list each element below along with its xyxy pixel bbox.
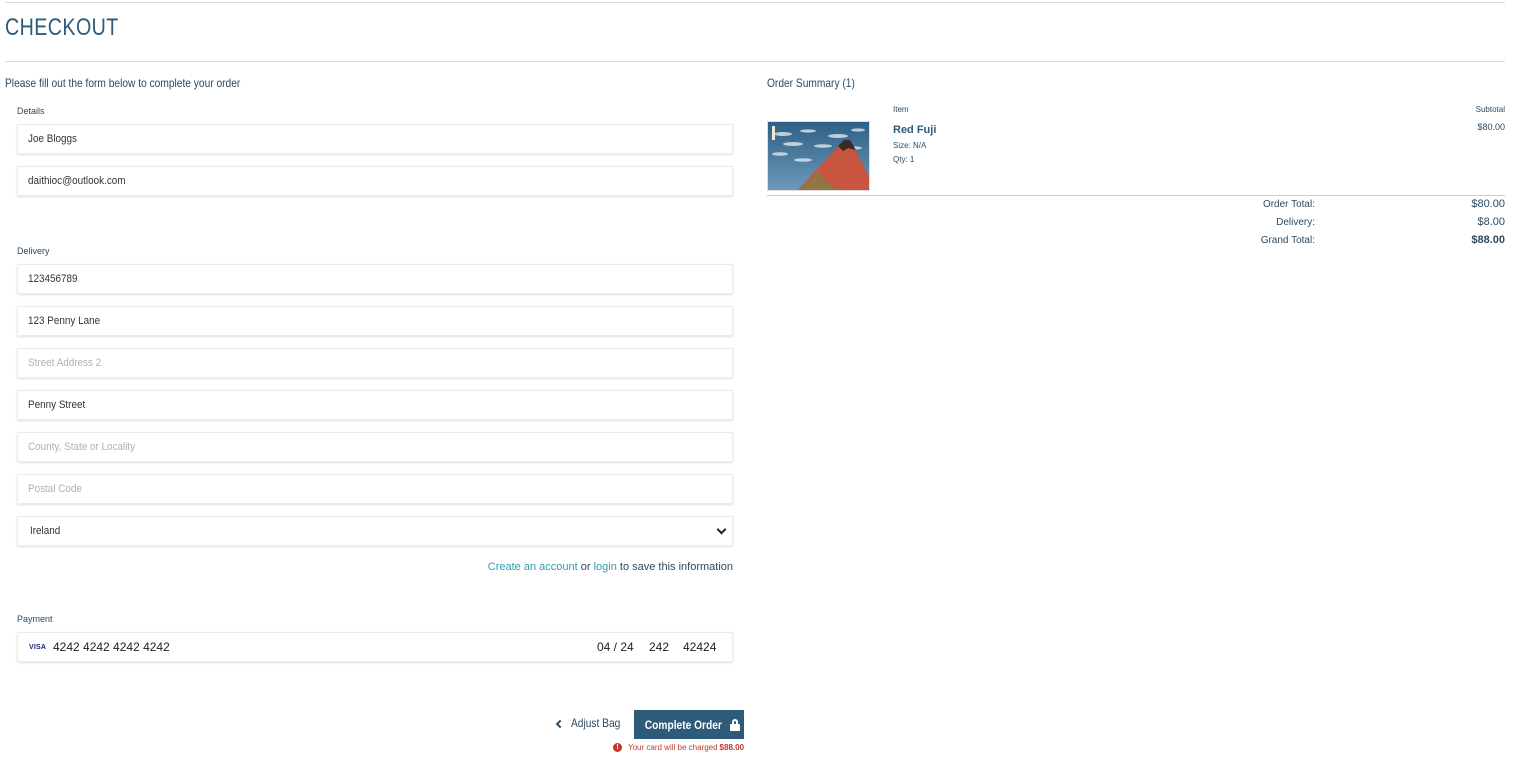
grand-total-label: Grand Total: [1260, 235, 1315, 246]
country-value: Ireland [30, 525, 61, 537]
card-zip[interactable]: 42424 [683, 640, 716, 654]
delivery-cost-label: Delivery: [1276, 217, 1315, 228]
summary-divider [767, 195, 1505, 196]
county-field[interactable]: County, State or Locality [17, 432, 733, 462]
alert-icon: ! [613, 743, 622, 752]
product-name[interactable]: Red Fuji [893, 124, 936, 136]
town-field[interactable]: Penny Street [17, 390, 733, 420]
email-field[interactable]: daithioc@outlook.com [17, 166, 733, 196]
phone-value: 123456789 [28, 273, 78, 285]
save-info-prompt: Create an account or login to save this … [488, 561, 733, 573]
street2-placeholder: Street Address 2 [28, 357, 102, 369]
full-name-field[interactable]: Joe Bloggs [17, 124, 733, 154]
page-title: CHECKOUT [5, 14, 119, 41]
complete-order-button[interactable]: Complete Order [634, 710, 744, 739]
payment-label: Payment [17, 614, 53, 624]
town-value: Penny Street [28, 399, 86, 411]
delivery-cost-value: $8.00 [1477, 216, 1505, 228]
product-thumbnail[interactable] [767, 121, 870, 191]
chevron-down-icon [716, 524, 727, 535]
email-value: daithioc@outlook.com [28, 175, 126, 187]
details-label: Details [17, 106, 45, 116]
street-address-1-field[interactable]: 123 Penny Lane [17, 306, 733, 336]
visa-icon: VISA [29, 644, 47, 651]
phone-field[interactable]: 123456789 [17, 264, 733, 294]
country-select[interactable]: Ireland [17, 516, 733, 546]
lock-icon [730, 718, 741, 731]
card-number[interactable]: 4242 4242 4242 4242 [53, 640, 170, 654]
product-subtotal: $80.00 [1477, 122, 1505, 132]
street-address-2-field[interactable]: Street Address 2 [17, 348, 733, 378]
title-divider [5, 61, 1505, 62]
card-cvc[interactable]: 242 [649, 640, 669, 654]
charge-notice: ! Your card will be charged $88.00 [613, 743, 744, 752]
or-text: or [577, 561, 594, 573]
county-placeholder: County, State or Locality [28, 441, 136, 453]
card-element[interactable]: VISA 4242 4242 4242 4242 04 / 24 242 424… [17, 632, 733, 662]
street1-value: 123 Penny Lane [28, 315, 101, 327]
save-info-suffix: to save this information [616, 561, 733, 573]
charge-amount: $88.00 [719, 743, 745, 752]
item-column-header: Item [893, 105, 909, 114]
charge-note-text: Your card will be charged [628, 743, 718, 752]
subtotal-column-header: Subtotal [1475, 105, 1505, 114]
grand-total-value: $88.00 [1471, 234, 1505, 246]
complete-order-label: Complete Order [644, 717, 722, 732]
adjust-bag-link[interactable]: Adjust Bag [555, 716, 629, 730]
postcode-field[interactable]: Postal Code [17, 474, 733, 504]
login-link[interactable]: login [594, 561, 617, 573]
chevron-left-icon [555, 719, 565, 728]
top-divider [5, 2, 1505, 3]
postcode-placeholder: Postal Code [28, 483, 82, 495]
delivery-label: Delivery [17, 246, 50, 256]
full-name-value: Joe Bloggs [28, 133, 77, 145]
card-expiry[interactable]: 04 / 24 [597, 640, 634, 654]
product-size: Size: N/A [893, 141, 927, 150]
order-total-value: $80.00 [1471, 198, 1505, 210]
create-account-link[interactable]: Create an account [488, 561, 578, 573]
order-total-label: Order Total: [1262, 199, 1315, 210]
product-qty: Qty: 1 [893, 155, 915, 164]
adjust-bag-label: Adjust Bag [571, 716, 621, 730]
order-summary-title: Order Summary (1) [767, 76, 855, 90]
form-intro: Please fill out the form below to comple… [5, 76, 241, 90]
